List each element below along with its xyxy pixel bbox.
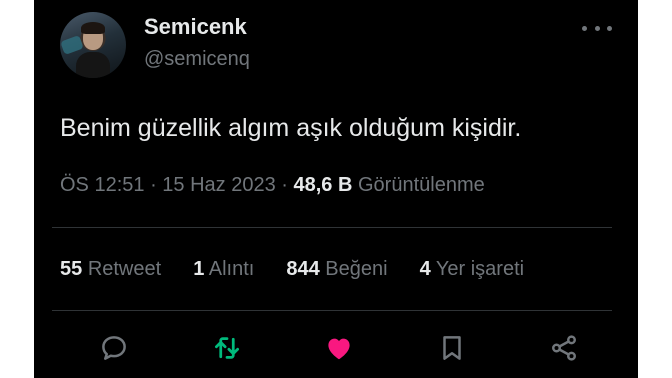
- reply-icon: [102, 336, 126, 360]
- share-icon: [552, 335, 576, 361]
- bookmarks-count: 4: [419, 258, 431, 280]
- bookmark-icon: [442, 336, 461, 360]
- more-dot: [594, 25, 600, 31]
- action-bar: [96, 330, 582, 366]
- bookmarks-label: Yer işareti: [435, 258, 525, 280]
- like-icon: [328, 338, 350, 360]
- likes-stat[interactable]: 844 Beğeni: [286, 258, 387, 281]
- engagement-stats: 55 Retweet 1 Alıntı 844 Beğeni 4 Yer işa…: [60, 258, 524, 281]
- share-button[interactable]: [546, 330, 582, 366]
- retweets-stat[interactable]: 55 Retweet: [60, 258, 161, 281]
- meta-separator: ·: [144, 174, 163, 196]
- bookmark-button[interactable]: [434, 330, 470, 366]
- likes-count: 844: [286, 258, 320, 280]
- divider: [52, 227, 612, 228]
- bookmarks-stat[interactable]: 4 Yer işareti: [420, 258, 525, 281]
- quotes-count: 1: [193, 258, 205, 280]
- more-dot: [582, 25, 587, 31]
- tweet-date[interactable]: 15 Haz 2023: [162, 174, 275, 196]
- avatar[interactable]: [60, 12, 126, 78]
- retweets-count: 55: [60, 258, 83, 280]
- tweet-time[interactable]: ÖS 12:51: [60, 174, 145, 196]
- retweet-button[interactable]: [209, 330, 245, 366]
- more-options-icon[interactable]: [582, 18, 612, 38]
- quotes-label: Alıntı: [208, 258, 255, 280]
- avatar-body: [76, 52, 110, 78]
- divider: [52, 310, 612, 311]
- tweet-meta: ÖS 12:51 · 15 Haz 2023 · 48,6 B Görüntül…: [60, 174, 485, 197]
- tweet-card: Semicenk @semicenq Benim güzellik algım …: [34, 0, 638, 378]
- views-label: Görüntülenme: [358, 174, 485, 196]
- likes-label: Beğeni: [325, 258, 388, 280]
- more-dot: [607, 25, 612, 31]
- avatar-background-art: [60, 35, 84, 55]
- author-handle[interactable]: @semicenq: [144, 48, 250, 71]
- quotes-stat[interactable]: 1 Alıntı: [193, 258, 254, 281]
- author-name[interactable]: Semicenk: [144, 14, 247, 40]
- tweet-text: Benim güzellik algım aşık olduğum kişidi…: [60, 114, 522, 142]
- views-count: 48,6 B: [293, 174, 353, 196]
- retweet-icon: [214, 337, 239, 359]
- retweets-label: Retweet: [87, 258, 162, 280]
- reply-button[interactable]: [96, 330, 132, 366]
- meta-separator: ·: [275, 174, 294, 196]
- like-button[interactable]: [321, 330, 357, 366]
- avatar-hair: [81, 22, 105, 34]
